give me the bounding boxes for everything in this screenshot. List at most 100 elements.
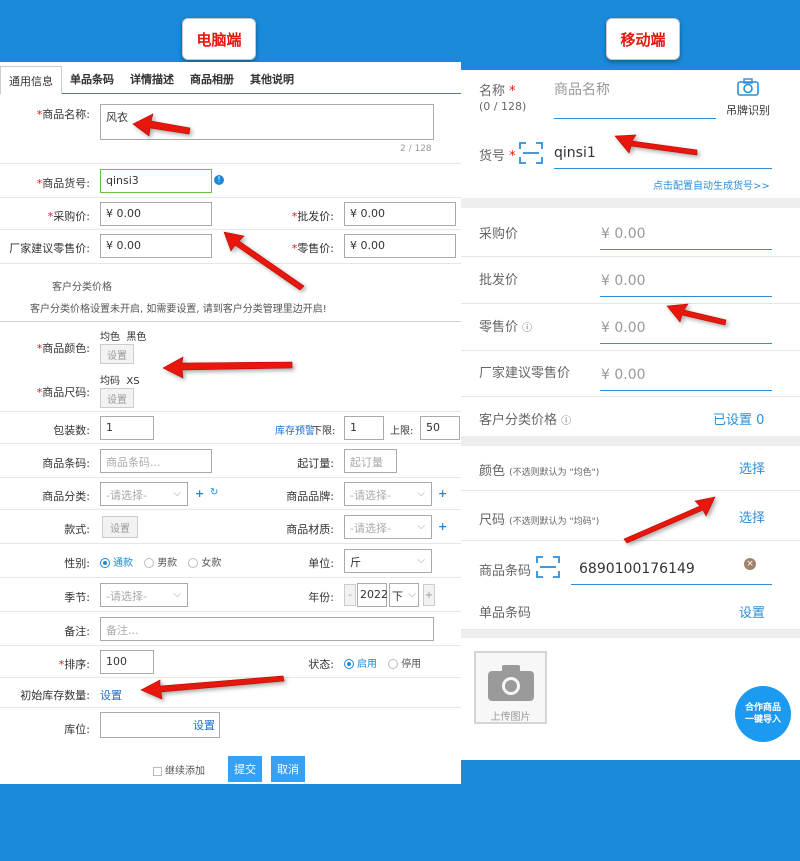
import-partner-goods-button[interactable]: 合作商品 一键导入 bbox=[735, 686, 791, 742]
year-half-select[interactable]: 下 ⌵ bbox=[389, 583, 419, 607]
name-label: 商品名称: bbox=[42, 108, 90, 121]
min-order-label: 起订量: bbox=[297, 457, 334, 470]
name-textarea[interactable]: 风衣 bbox=[100, 104, 434, 140]
stock-lower-input[interactable]: 1 bbox=[344, 416, 384, 440]
scan-icon[interactable] bbox=[519, 142, 543, 168]
unit-select[interactable]: 斤 ⌵ bbox=[344, 549, 432, 573]
tag-scan-label[interactable]: 吊牌识别 bbox=[726, 102, 770, 118]
material-label: 商品材质: bbox=[286, 523, 334, 536]
tab-album[interactable]: 商品相册 bbox=[182, 65, 242, 93]
add-brand-icon[interactable]: + bbox=[438, 487, 447, 500]
status-radio-enabled[interactable]: 启用 bbox=[344, 659, 377, 670]
mobile-name-input[interactable]: 商品名称 bbox=[554, 79, 610, 99]
remark-label: 备注: bbox=[64, 625, 90, 638]
msrp-label: 厂家建议零售价: bbox=[9, 242, 90, 255]
brand-label: 商品品牌: bbox=[286, 490, 334, 503]
year-minus-button[interactable]: - bbox=[344, 584, 356, 606]
upload-image-button[interactable]: 上传图片 bbox=[474, 651, 547, 724]
refresh-icon[interactable]: ↻ bbox=[210, 487, 218, 498]
row-initial-stock: 初始库存数量: 设置 bbox=[0, 678, 461, 708]
tab-details[interactable]: 详情描述 bbox=[122, 65, 182, 93]
mobile-title-badge: 移动端 bbox=[606, 18, 680, 60]
stock-upper-input[interactable]: 50 bbox=[420, 416, 460, 440]
pack-input[interactable]: 1 bbox=[100, 416, 154, 440]
mobile-wholesale-label: 批发价 bbox=[479, 273, 519, 288]
sort-input[interactable]: 100 bbox=[100, 650, 154, 674]
mobile-sku-input[interactable]: qinsi1 bbox=[554, 145, 596, 161]
mobile-barcode-input[interactable]: 6890100176149 bbox=[579, 561, 695, 577]
year-input[interactable]: 2022 bbox=[357, 583, 388, 607]
continue-add-label: 继续添加 bbox=[165, 766, 205, 777]
row-location: 库位: 设置 bbox=[0, 708, 461, 746]
tab-other[interactable]: 其他说明 bbox=[242, 65, 302, 93]
chevron-down-icon: ⌵ bbox=[417, 488, 425, 499]
name-underline bbox=[554, 118, 716, 119]
brand-select[interactable]: -请选择- ⌵ bbox=[344, 482, 432, 506]
season-label: 季节: bbox=[64, 591, 90, 604]
auto-sku-link[interactable]: 点击配置自动生成货号>> bbox=[653, 177, 770, 192]
location-input[interactable]: 设置 bbox=[100, 712, 220, 738]
size-select-link[interactable]: 选择 bbox=[739, 507, 765, 526]
size-settings-button[interactable]: 设置 bbox=[100, 388, 134, 408]
clear-icon[interactable]: × bbox=[744, 558, 756, 570]
row-size: *商品尺码: 均码 XS 设置 bbox=[0, 368, 461, 412]
min-order-input[interactable]: 起订量 bbox=[344, 449, 397, 473]
remark-input[interactable]: 备注... bbox=[100, 617, 434, 641]
gender-radio-male[interactable]: 男款 bbox=[144, 558, 177, 569]
scan-icon[interactable] bbox=[536, 556, 560, 582]
gender-label: 性别: bbox=[64, 557, 90, 570]
add-category-icon[interactable]: + bbox=[195, 487, 204, 500]
size-label: 商品尺码: bbox=[42, 386, 90, 399]
sku-input[interactable]: qinsi3 bbox=[100, 169, 212, 193]
status-radio-disabled[interactable]: 停用 bbox=[388, 659, 421, 670]
chevron-down-icon: ⌵ bbox=[408, 589, 416, 600]
material-select-value: -请选择- bbox=[350, 522, 391, 535]
color-settings-button[interactable]: 设置 bbox=[100, 344, 134, 364]
divider bbox=[461, 350, 800, 351]
status-label: 状态: bbox=[308, 658, 334, 671]
mobile-msrp-input[interactable]: ¥ 0.00 bbox=[601, 367, 646, 383]
season-select[interactable]: -请选择- ⌵ bbox=[100, 583, 188, 607]
mobile-retail-input[interactable]: ¥ 0.00 bbox=[601, 320, 646, 336]
year-label: 年份: bbox=[308, 591, 334, 604]
add-material-icon[interactable]: + bbox=[438, 520, 447, 533]
color-label: 商品颜色: bbox=[42, 342, 90, 355]
mobile-customer-label: 客户分类价格 bbox=[479, 413, 558, 428]
tab-item-barcode[interactable]: 单品条码 bbox=[62, 65, 122, 93]
category-select[interactable]: -请选择- ⌵ bbox=[100, 482, 188, 506]
color-select-link[interactable]: 选择 bbox=[739, 458, 765, 477]
upload-image-label: 上传图片 bbox=[490, 712, 531, 723]
location-settings-link[interactable]: 设置 bbox=[193, 717, 215, 733]
category-select-value: -请选择- bbox=[106, 489, 147, 502]
camera-icon bbox=[488, 665, 534, 701]
gender-radio-unisex[interactable]: 通款 bbox=[100, 558, 133, 569]
mobile-purchase-input[interactable]: ¥ 0.00 bbox=[601, 226, 646, 242]
info-icon[interactable]: ! bbox=[214, 175, 224, 185]
help-icon[interactable]: ⓘ bbox=[522, 323, 532, 334]
initial-stock-settings-link[interactable]: 设置 bbox=[100, 687, 122, 703]
customer-pricing-notice: 客户分类价格设置未开启, 如需要设置, 请到客户分类管理里边开启! bbox=[30, 304, 327, 315]
tab-general[interactable]: 通用信息 bbox=[0, 66, 62, 94]
stock-warning-link[interactable]: 库存预警 bbox=[275, 422, 315, 437]
mobile-size-hint: (不选则默认为 "均码") bbox=[509, 517, 600, 527]
camera-icon[interactable] bbox=[737, 78, 759, 96]
purchase-price-input[interactable]: ¥ 0.00 bbox=[100, 202, 212, 226]
row-customer-pricing: 客户分类价格 客户分类价格设置未开启, 如需要设置, 请到客户分类管理里边开启! bbox=[0, 264, 461, 322]
help-icon[interactable]: ⓘ bbox=[561, 416, 571, 427]
continue-add-checkbox[interactable]: 继续添加 bbox=[153, 762, 205, 777]
submit-button[interactable]: 提交 bbox=[228, 756, 262, 782]
row-name: *商品名称: 风衣 2 / 128 bbox=[0, 94, 461, 164]
barcode-input[interactable]: 商品条码... bbox=[100, 449, 212, 473]
cancel-button[interactable]: 取消 bbox=[271, 756, 305, 782]
item-barcode-settings-link[interactable]: 设置 bbox=[739, 602, 765, 621]
msrp-input[interactable]: ¥ 0.00 bbox=[100, 234, 212, 258]
material-select[interactable]: -请选择- ⌵ bbox=[344, 515, 432, 539]
mobile-wholesale-input[interactable]: ¥ 0.00 bbox=[601, 273, 646, 289]
row-color: *商品颜色: 均色 黑色 设置 bbox=[0, 322, 461, 368]
year-plus-button[interactable]: + bbox=[423, 584, 435, 606]
gender-radio-female[interactable]: 女款 bbox=[188, 558, 221, 569]
style-settings-button[interactable]: 设置 bbox=[102, 516, 138, 538]
retail-price-input[interactable]: ¥ 0.00 bbox=[344, 234, 456, 258]
customer-pricing-link[interactable]: 已设置 0 bbox=[713, 409, 764, 428]
wholesale-price-input[interactable]: ¥ 0.00 bbox=[344, 202, 456, 226]
